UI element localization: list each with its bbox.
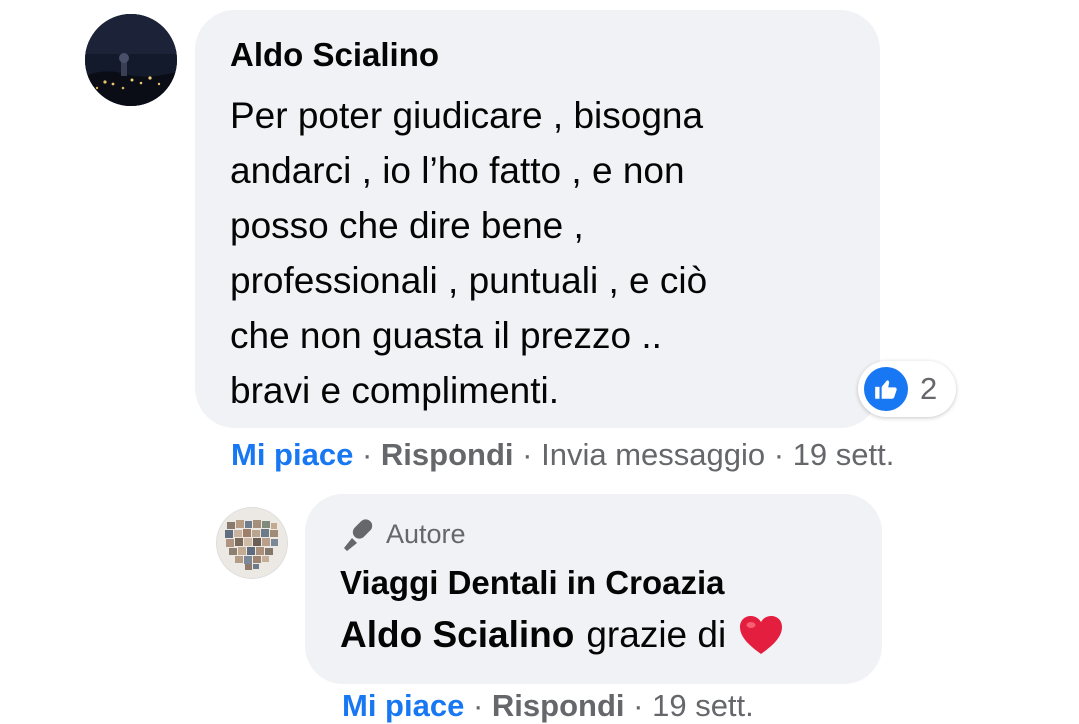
avatar-night-city-image <box>85 14 177 106</box>
comment-timestamp[interactable]: 19 sett. <box>793 437 895 472</box>
reaction-summary[interactable]: 2 <box>858 361 956 417</box>
comment-author-name[interactable]: Aldo Scialino <box>230 36 439 74</box>
reply-author-name[interactable]: Viaggi Dentali in Croazia <box>340 564 724 602</box>
mention-link[interactable]: Aldo Scialino <box>340 614 574 656</box>
author-badge-label: Autore <box>386 518 466 549</box>
avatar-collage-image <box>217 508 287 578</box>
reply-timestamp[interactable]: 19 sett. <box>652 688 754 723</box>
comment-bubble: Aldo Scialino Per poter giudicare , biso… <box>195 10 880 428</box>
reply-reply-link[interactable]: Rispondi <box>492 688 625 723</box>
author-badge: Autore <box>338 516 466 552</box>
reply-bubble: Autore Viaggi Dentali in Croazia Aldo Sc… <box>305 494 882 684</box>
separator: · <box>773 437 785 472</box>
like-link[interactable]: Mi piace <box>231 437 353 472</box>
separator: · <box>633 688 644 723</box>
avatar-aldo-scialino[interactable] <box>85 14 177 106</box>
send-message-link[interactable]: Invia messaggio <box>541 437 765 472</box>
reply-text-line: Aldo Scialino grazie di <box>340 614 784 656</box>
reply-like-link[interactable]: Mi piace <box>342 688 464 723</box>
comment-text: Per poter giudicare , bisogna andarci , … <box>230 95 708 411</box>
heart-icon <box>738 614 784 656</box>
microphone-icon <box>338 516 376 552</box>
like-icon <box>864 367 908 411</box>
reply-actions: Mi piace · Rispondi · 19 sett. <box>342 688 754 724</box>
reply-text: grazie di <box>586 614 727 655</box>
reply-link[interactable]: Rispondi <box>381 437 514 472</box>
reaction-count: 2 <box>920 371 938 406</box>
separator: · <box>522 437 533 472</box>
avatar-viaggi-dentali[interactable] <box>217 508 287 578</box>
comment-actions: Mi piace · Rispondi · Invia messaggio · … <box>231 437 894 473</box>
separator: · <box>361 437 373 472</box>
separator: · <box>472 688 484 723</box>
